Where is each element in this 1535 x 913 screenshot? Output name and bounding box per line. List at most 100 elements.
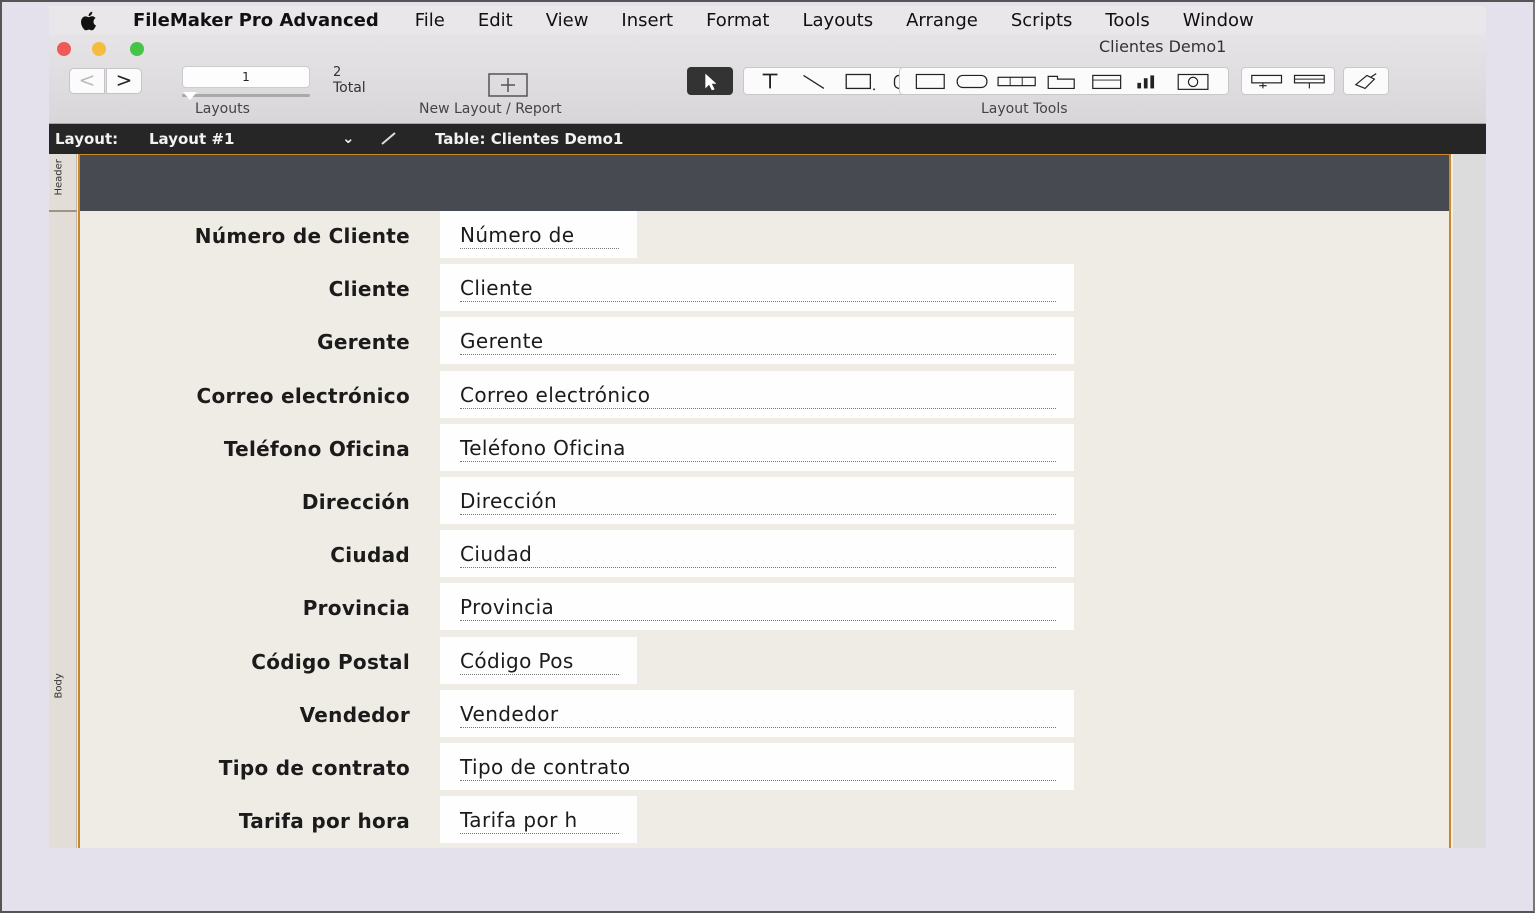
filemaker-window: FileMaker Pro Advanced File Edit View In… — [49, 6, 1486, 848]
field-box[interactable]: Dirección — [440, 477, 1074, 524]
field-baseline — [460, 301, 1056, 303]
apple-icon[interactable] — [79, 10, 99, 31]
field-label-wrap: Cliente — [80, 264, 410, 312]
part-divider[interactable] — [49, 210, 77, 212]
field-baseline — [460, 833, 619, 835]
field-box[interactable]: Correo electrónico — [440, 370, 1074, 418]
body-part-label[interactable]: Body — [54, 673, 65, 698]
menu-layouts[interactable]: Layouts — [803, 10, 874, 31]
layout-total-label: Total — [333, 80, 366, 96]
layout-slider-track[interactable] — [182, 94, 310, 97]
field-name: Número de — [460, 223, 575, 247]
layout-slider-knob[interactable] — [183, 92, 197, 100]
layout-selector[interactable]: Layout #1 — [149, 130, 234, 148]
field-name: Provincia — [460, 595, 555, 620]
field-label[interactable]: Teléfono Oficina — [80, 437, 410, 461]
layout-canvas: Header Body Número de Cliente Número de Cl… — [49, 154, 1486, 848]
field-label[interactable]: Cliente — [80, 277, 410, 301]
field-label[interactable]: Gerente — [80, 330, 410, 354]
field-box[interactable]: Código Pos — [440, 636, 637, 684]
field-box[interactable]: Ciudad — [440, 530, 1074, 578]
part-labels-bar: Header Body — [49, 154, 77, 848]
field-baseline — [460, 514, 1056, 515]
right-scroll-pane[interactable] — [1453, 154, 1486, 848]
field-label-wrap: Tipo de contrato — [80, 743, 410, 791]
layout-tools-label: Layout Tools — [981, 101, 1068, 117]
field-box[interactable]: Tarifa por h — [440, 796, 637, 844]
menu-edit[interactable]: Edit — [478, 10, 513, 31]
header-part-label[interactable]: Header — [54, 159, 65, 195]
format-painter-icon[interactable] — [1343, 67, 1389, 95]
field-label-wrap: Teléfono Oficina — [80, 424, 410, 472]
field-box[interactable]: Teléfono Oficina — [440, 423, 1074, 471]
field-row: Dirección Dirección — [80, 477, 1180, 525]
field-label[interactable]: Provincia — [80, 596, 410, 620]
new-layout-icon[interactable] — [488, 72, 528, 98]
menu-tools[interactable]: Tools — [1105, 10, 1149, 31]
field-label[interactable]: Ciudad — [80, 543, 410, 567]
chevron-down-icon[interactable]: ⌄ — [342, 129, 355, 147]
menu-file[interactable]: File — [415, 10, 445, 31]
field-label-wrap: Número de Cliente — [80, 211, 410, 259]
field-baseline — [460, 407, 1056, 409]
field-label[interactable]: Vendedor — [80, 703, 410, 727]
field-name: Gerente — [460, 329, 544, 354]
layout-label: Layout: — [55, 130, 119, 148]
field-label[interactable]: Correo electrónico — [80, 384, 410, 408]
field-row: Teléfono Oficina Teléfono Oficina — [80, 423, 1180, 472]
field-name: Teléfono Oficina — [460, 435, 626, 460]
menu-view[interactable]: View — [546, 10, 589, 31]
menu-app-name[interactable]: FileMaker Pro Advanced — [133, 10, 379, 31]
field-label-wrap: Correo electrónico — [80, 371, 409, 419]
body-part[interactable]: Número de Cliente Número de Cliente Cliente… — [78, 211, 1451, 848]
edit-layout-name-icon[interactable] — [379, 128, 399, 148]
field-baseline — [460, 567, 1056, 569]
field-label-wrap: Código Postal — [80, 637, 409, 685]
field-label[interactable]: Tipo de contrato — [80, 756, 410, 780]
field-box[interactable]: Vendedor — [440, 689, 1074, 737]
field-baseline — [460, 620, 1056, 622]
window-toolbar: Clientes Demo1 < > 1 2 Total Layouts New… — [49, 34, 1486, 124]
field-box[interactable]: Número de — [440, 211, 637, 258]
field-row: Número de Cliente Número de — [80, 211, 1180, 259]
zoom-window-button[interactable] — [130, 42, 144, 56]
field-label[interactable]: Código Postal — [80, 650, 410, 674]
field-name: Cliente — [460, 276, 534, 301]
field-row: Tarifa por hora Tarifa por h — [80, 796, 1180, 844]
table-name: Table: Clientes Demo1 — [435, 130, 624, 148]
field-name: Tarifa por h — [460, 808, 578, 833]
field-baseline — [460, 726, 1056, 728]
field-label-wrap: Provincia — [80, 583, 410, 631]
menu-scripts[interactable]: Scripts — [1011, 10, 1073, 31]
field-box[interactable]: Tipo de contrato — [440, 743, 1074, 790]
menu-arrange[interactable]: Arrange — [906, 10, 978, 31]
field-box[interactable]: Gerente — [440, 317, 1074, 365]
popover-portal-tools-group — [1241, 67, 1335, 95]
object-tools-group — [899, 67, 1229, 95]
pointer-tool-icon[interactable] — [687, 67, 733, 95]
menu-format[interactable]: Format — [706, 10, 769, 31]
field-row: Vendedor Vendedor — [80, 689, 1180, 738]
field-row: Cliente Cliente — [80, 264, 1180, 312]
previous-layout-button[interactable]: < — [69, 68, 105, 94]
menu-window[interactable]: Window — [1183, 10, 1254, 31]
field-row: Gerente Gerente — [80, 317, 1180, 365]
text-tool-icon — [762, 73, 778, 89]
layout-bar: Layout: Layout #1 ⌄ Table: Clientes Demo… — [49, 124, 1486, 154]
field-name: Tipo de contrato — [460, 755, 631, 779]
field-row: Correo electrónico Correo electrónico — [80, 370, 1180, 419]
next-layout-button[interactable]: > — [106, 68, 142, 94]
header-part[interactable] — [78, 154, 1451, 211]
field-label[interactable]: Dirección — [80, 490, 410, 514]
field-label[interactable]: Número de Cliente — [80, 224, 410, 248]
field-box[interactable]: Provincia — [440, 583, 1074, 631]
field-label[interactable]: Tarifa por hora — [80, 809, 410, 833]
field-name: Dirección — [460, 489, 558, 513]
close-window-button[interactable] — [57, 42, 71, 56]
field-label-wrap: Gerente — [80, 317, 410, 365]
field-baseline — [460, 248, 619, 249]
field-box[interactable]: Cliente — [440, 264, 1074, 312]
current-layout-number-input[interactable]: 1 — [182, 66, 310, 88]
minimize-window-button[interactable] — [92, 42, 106, 56]
menu-insert[interactable]: Insert — [621, 10, 673, 31]
